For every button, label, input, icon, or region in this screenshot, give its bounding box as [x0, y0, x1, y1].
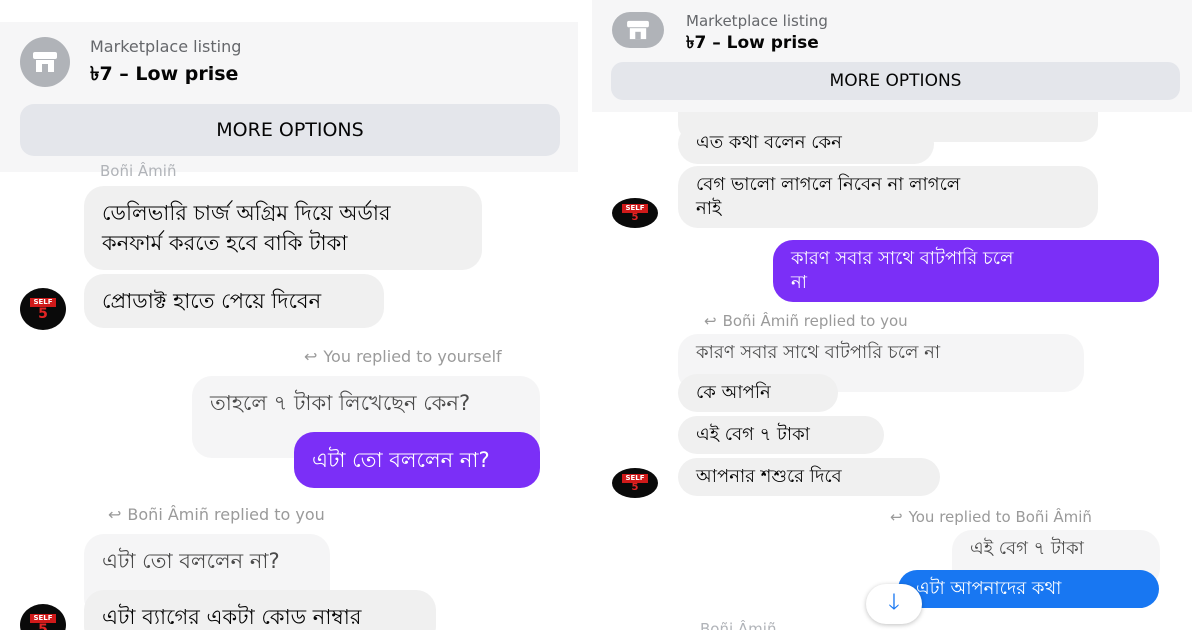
sender-name-cut: Boñi Âmiñ [700, 620, 777, 630]
panel-divider [580, 0, 592, 630]
listing-label: Marketplace listing [90, 37, 242, 56]
left-chat-panel: Marketplace listing ৳7 – Low prise MORE … [0, 0, 580, 630]
store-icon [612, 12, 664, 48]
right-chat-panel: Marketplace listing ৳7 – Low prise MORE … [592, 0, 1200, 630]
message-text: এটা তো বললেন না? [312, 448, 490, 472]
scroll-to-bottom-button[interactable]: 🡓 [866, 584, 922, 624]
message-text: আপনার শশুরে দিবে [696, 466, 842, 487]
reply-label: ↩ You replied to Boñi Âmiñ [890, 508, 1092, 526]
avatar-mark: 5 [631, 481, 639, 493]
marketplace-listing-header: Marketplace listing ৳7 – Low prise MORE … [0, 22, 578, 172]
marketplace-listing-header: Marketplace listing ৳7 – Low prise MORE … [592, 0, 1192, 112]
message-text: এটা ব্যাগের একটা কোড নাম্বার [102, 605, 362, 629]
message-text: এটা আপনাদের কথা [916, 578, 1062, 599]
sender-name-cut: Boñi Âmiñ [100, 162, 177, 176]
listing-label: Marketplace listing [686, 12, 828, 30]
message-text: এত কথা বলেন কেন [696, 132, 842, 153]
message-bubble-incoming[interactable]: প্রোডাক্ট হাতে পেয়ে দিবেন [84, 274, 384, 328]
more-options-button[interactable]: MORE OPTIONS [611, 62, 1180, 100]
more-options-button[interactable]: MORE OPTIONS [20, 104, 560, 156]
reply-arrow-icon: ↩ [108, 505, 122, 524]
message-bubble-incoming[interactable]: ডেলিভারি চার্জ অগ্রিম দিয়ে অর্ডার কনফার… [84, 186, 482, 270]
message-bubble-incoming[interactable]: আপনার শশুরে দিবে [678, 458, 940, 496]
message-bubble-incoming[interactable]: এত কথা বলেন কেন [678, 124, 934, 164]
avatar[interactable]: SELF 5 [612, 468, 658, 498]
avatar[interactable]: SELF 5 [612, 198, 658, 228]
message-text: কারণ সবার সাথে বাটপারি চলে না [696, 342, 941, 363]
message-text: কে আপনি [696, 382, 771, 403]
avatar-mark: 5 [631, 211, 639, 223]
listing-price: ৳7 – Low prise [90, 63, 239, 85]
avatar[interactable]: SELF 5 [20, 604, 66, 630]
reply-label: ↩ Boñi Âmiñ replied to you [108, 505, 325, 524]
listing-price: ৳7 – Low prise [686, 33, 819, 53]
message-bubble-outgoing[interactable]: কারণ সবার সাথে বাটপারি চলে না [773, 240, 1159, 302]
message-text: বেগ ভালো লাগলে নিবেন না লাগলে [696, 174, 961, 195]
message-bubble-outgoing[interactable]: এটা আপনাদের কথা [898, 570, 1159, 608]
message-text: এই বেগ ৭ টাকা [696, 424, 810, 445]
message-text: এটা তো বললেন না? [102, 549, 280, 573]
avatar-mark: 5 [38, 305, 48, 322]
message-text: কারণ সবার সাথে বাটপারি চলে [791, 248, 1014, 269]
reply-arrow-icon: ↩ [704, 312, 717, 330]
reply-arrow-icon: ↩ [304, 347, 318, 366]
message-text: না [791, 272, 807, 293]
message-bubble-incoming[interactable]: এই বেগ ৭ টাকা [678, 416, 884, 454]
arrow-down-icon: 🡓 [888, 590, 900, 615]
message-text: তাহলে ৭ টাকা লিখেছেন কেন? [210, 391, 471, 415]
message-text: প্রোডাক্ট হাতে পেয়ে দিবেন [102, 289, 322, 313]
reply-label: ↩ Boñi Âmiñ replied to you [704, 312, 908, 330]
message-text: ডেলিভারি চার্জ অগ্রিম দিয়ে অর্ডার [102, 201, 391, 225]
message-bubble-incoming[interactable]: এটা ব্যাগের একটা কোড নাম্বার [84, 590, 436, 630]
store-icon [20, 37, 70, 87]
message-bubble-incoming[interactable]: বেগ ভালো লাগলে নিবেন না লাগলে নাই [678, 166, 1098, 228]
message-bubble-outgoing[interactable]: এটা তো বললেন না? [294, 432, 540, 488]
message-text: নাই [696, 198, 722, 219]
reply-arrow-icon: ↩ [890, 508, 903, 526]
avatar[interactable]: SELF 5 [20, 288, 66, 330]
message-text: এই বেগ ৭ টাকা [970, 538, 1084, 559]
message-text: কনফার্ম করতে হবে বাকি টাকা [102, 231, 348, 255]
message-bubble-incoming[interactable]: কে আপনি [678, 374, 838, 412]
reply-label: ↩ You replied to yourself [304, 347, 502, 366]
avatar-mark: 5 [38, 621, 48, 630]
